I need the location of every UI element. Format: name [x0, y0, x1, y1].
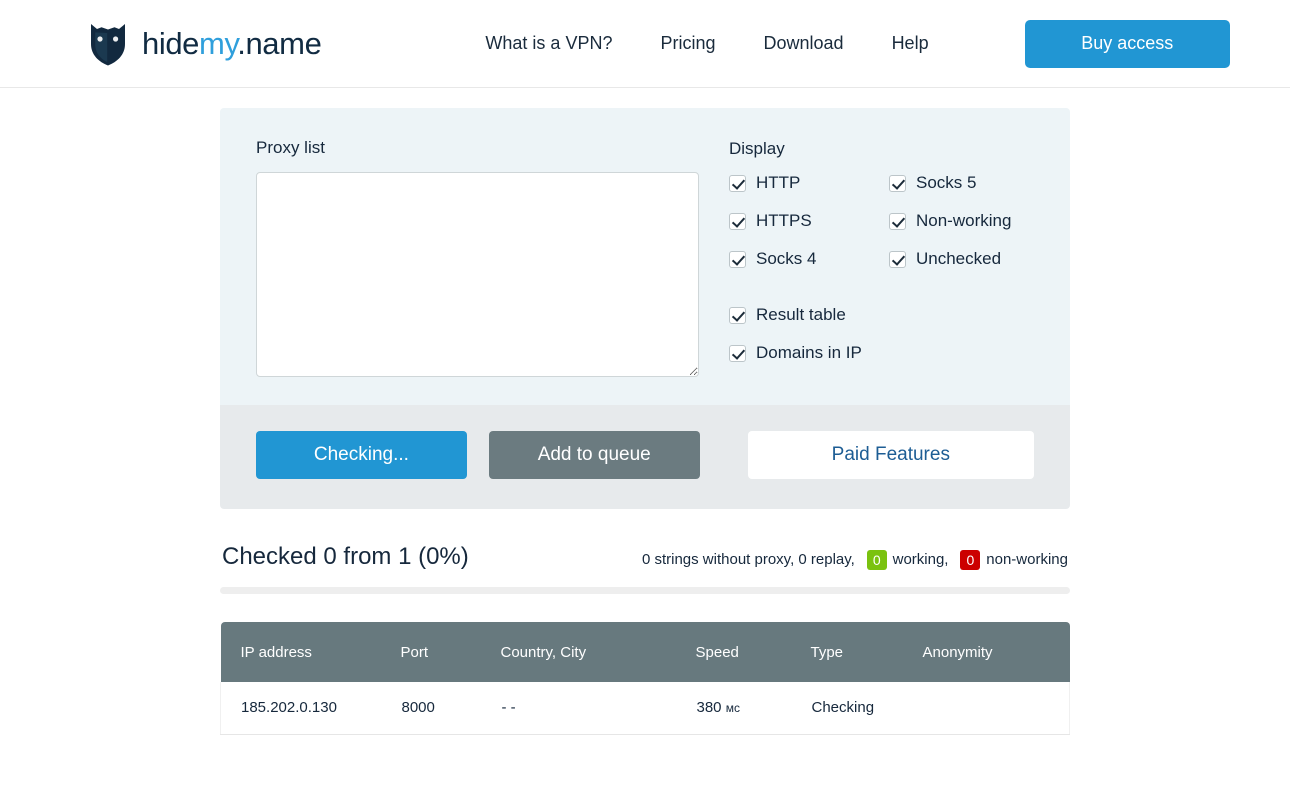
display-checkbox-list: Result table Domains in IP — [729, 305, 1049, 363]
non-working-label: non-working — [986, 551, 1068, 568]
actions-bar: Checking... Add to queue Paid Features — [220, 405, 1070, 509]
working-count-badge: 0 — [866, 549, 887, 570]
site-logo[interactable]: hidemy.name — [88, 22, 322, 66]
logo-wordmark: hidemy.name — [142, 25, 322, 62]
paid-features-button[interactable]: Paid Features — [747, 431, 1034, 479]
page-content: Proxy list Display HTTP Socks 5 HTTPS No… — [220, 88, 1070, 735]
status-row: Checked 0 from 1 (0%) 0 strings without … — [220, 543, 1070, 571]
cell-speed: 380 мс — [695, 682, 811, 735]
cell-anonymity — [922, 682, 1070, 735]
display-options-column: Display HTTP Socks 5 HTTPS Non-working S… — [729, 138, 1049, 377]
logo-text-hide: hide — [142, 25, 200, 61]
column-header-ip-address[interactable]: IP address — [220, 622, 401, 682]
results-table: IP address Port Country, City Speed Type… — [220, 622, 1070, 735]
checkbox-socks5[interactable]: Socks 5 — [889, 173, 1049, 193]
site-header: hidemy.name What is a VPN? Pricing Downl… — [0, 0, 1290, 88]
checkbox-socks4[interactable]: Socks 4 — [729, 249, 889, 269]
check-icon — [729, 344, 746, 362]
check-icon — [729, 212, 746, 230]
check-icon — [889, 250, 906, 268]
cell-type: Checking — [810, 682, 923, 735]
checkbox-domains-in-ip[interactable]: Domains in IP — [729, 343, 1049, 363]
table-header-row: IP address Port Country, City Speed Type… — [220, 622, 1070, 682]
checkbox-non-working[interactable]: Non-working — [889, 211, 1049, 231]
buy-access-button[interactable]: Buy access — [1024, 19, 1230, 68]
status-summary: 0 strings without proxy, 0 replay, 0 wor… — [641, 549, 1068, 570]
column-header-country-city[interactable]: Country, City — [500, 622, 696, 682]
check-icon — [729, 306, 746, 324]
nav-item-download[interactable]: Download — [740, 33, 868, 54]
check-button[interactable]: Checking... — [256, 431, 467, 479]
checkbox-label: Unchecked — [916, 249, 1002, 268]
proxy-checker-panel: Proxy list Display HTTP Socks 5 HTTPS No… — [220, 108, 1070, 405]
check-icon — [729, 174, 746, 192]
shield-cat-logo-icon — [88, 22, 128, 66]
column-header-anonymity[interactable]: Anonymity — [922, 622, 1070, 682]
checkbox-label: Result table — [756, 305, 846, 324]
add-to-queue-button[interactable]: Add to queue — [488, 431, 700, 479]
speed-unit: мс — [725, 701, 740, 716]
column-header-type[interactable]: Type — [810, 622, 923, 682]
checkbox-label: Domains in IP — [756, 343, 862, 362]
checkbox-label: Socks 5 — [916, 173, 977, 192]
check-progress-bar — [220, 587, 1070, 594]
results-table-body: 185.202.0.130 8000 - - 380 мс Checking — [220, 682, 1070, 735]
checkbox-label: Socks 4 — [756, 249, 817, 268]
proxy-list-input[interactable] — [256, 172, 699, 377]
display-label: Display — [729, 139, 785, 158]
checkbox-label: HTTPS — [756, 211, 812, 230]
column-header-port[interactable]: Port — [400, 622, 501, 682]
nav-item-help[interactable]: Help — [868, 33, 953, 54]
nav-item-pricing[interactable]: Pricing — [636, 33, 739, 54]
checkbox-unchecked[interactable]: Unchecked — [889, 249, 1049, 269]
check-icon — [889, 212, 906, 230]
logo-text-my: my — [199, 25, 238, 61]
logo-text-name: .name — [237, 25, 322, 61]
checkbox-label: Non-working — [916, 211, 1012, 230]
table-row[interactable]: 185.202.0.130 8000 - - 380 мс Checking — [220, 682, 1070, 735]
results-table-head: IP address Port Country, City Speed Type… — [220, 622, 1070, 682]
working-label: working, — [892, 551, 949, 568]
status-summary-prefix: 0 strings without proxy, 0 replay, — [641, 551, 855, 568]
column-header-speed[interactable]: Speed — [695, 622, 811, 682]
cell-port: 8000 — [400, 682, 501, 735]
checkbox-https[interactable]: HTTPS — [729, 211, 889, 231]
cell-ip-address: 185.202.0.130 — [220, 682, 401, 735]
checkbox-http[interactable]: HTTP — [729, 173, 889, 193]
checked-progress-title: Checked 0 from 1 (0%) — [222, 543, 469, 570]
proxy-list-label: Proxy list — [256, 138, 325, 157]
nav-item-what-is-a-vpn[interactable]: What is a VPN? — [461, 33, 636, 54]
checkbox-label: HTTP — [756, 173, 801, 192]
speed-value: 380 — [696, 699, 722, 717]
cell-country-city: - - — [500, 682, 696, 735]
proxy-list-column: Proxy list — [256, 138, 699, 377]
check-icon — [729, 250, 746, 268]
checkbox-result-table[interactable]: Result table — [729, 305, 1049, 325]
display-checkbox-grid: HTTP Socks 5 HTTPS Non-working Socks 4 U… — [729, 173, 1049, 269]
main-nav: What is a VPN? Pricing Download Help — [461, 33, 952, 54]
non-working-count-badge: 0 — [960, 549, 981, 570]
check-icon — [889, 174, 906, 192]
